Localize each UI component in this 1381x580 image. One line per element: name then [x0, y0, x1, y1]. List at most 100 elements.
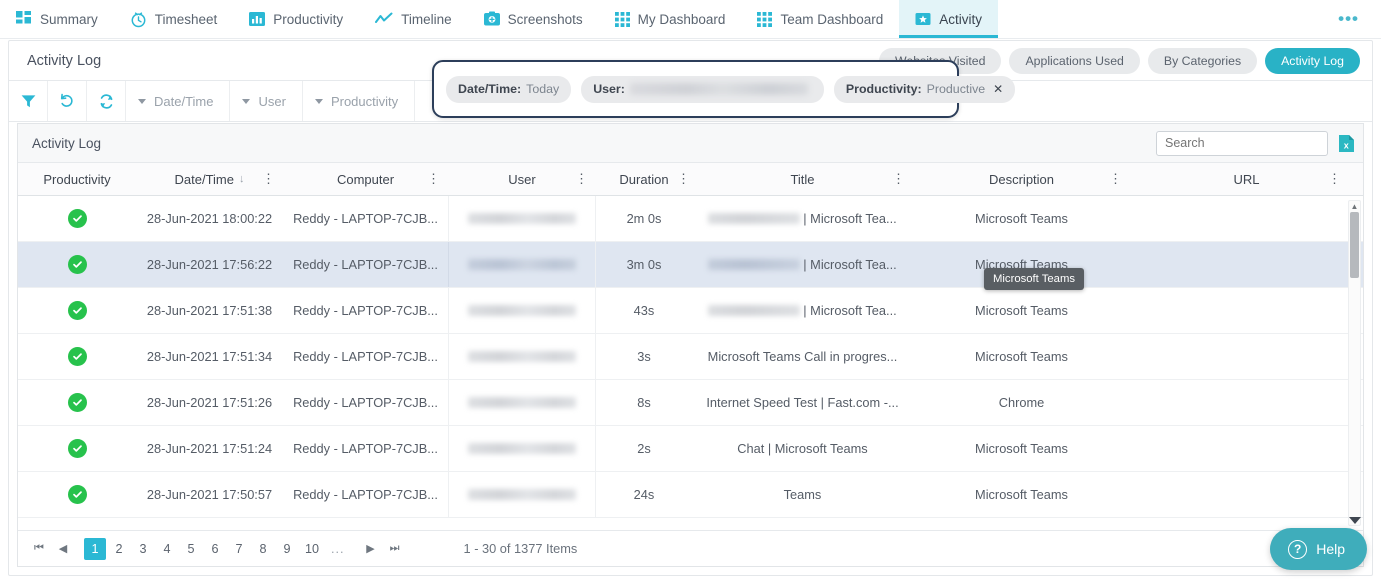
scrollbar-thumb[interactable] — [1350, 212, 1359, 278]
refresh-button[interactable] — [87, 81, 126, 121]
table-row[interactable]: 28-Jun-2021 18:00:22 Reddy - LAPTOP-7CJB… — [18, 196, 1363, 242]
cell-duration: 2m 0s — [626, 211, 662, 226]
column-header-duration[interactable]: Duration ⋮ — [596, 163, 692, 195]
cell-title: Internet Speed Test | Fast.com -... — [706, 395, 899, 410]
column-menu-icon[interactable]: ⋮ — [1328, 172, 1341, 185]
segment-by-categories[interactable]: By Categories — [1147, 47, 1258, 74]
activity-log-grid: Activity Log x Productivity Date/Time ↓ … — [17, 123, 1364, 567]
table-row[interactable]: 28-Jun-2021 17:51:34 Reddy - LAPTOP-7CJB… — [18, 334, 1363, 380]
pager-page-9[interactable]: 9 — [276, 538, 298, 560]
search-input[interactable] — [1156, 130, 1328, 156]
nav-item-activity[interactable]: Activity — [899, 0, 999, 38]
scroll-up-icon[interactable]: ▲ — [1349, 201, 1360, 212]
column-header-computer[interactable]: Computer ⋮ — [283, 163, 448, 195]
cell-date-time: 28-Jun-2021 17:51:38 — [146, 303, 273, 318]
segment-activity-log[interactable]: Activity Log — [1265, 47, 1360, 74]
cell-date-time: 28-Jun-2021 17:50:57 — [146, 487, 273, 502]
table-row[interactable]: 28-Jun-2021 17:50:57 Reddy - LAPTOP-7CJB… — [18, 472, 1363, 518]
pager-page-4[interactable]: 4 — [156, 538, 178, 560]
column-menu-icon[interactable]: ⋮ — [677, 172, 690, 185]
nav-more-icon[interactable]: ••• — [1338, 9, 1359, 29]
cell-duration: 2s — [637, 441, 651, 456]
undo-button[interactable] — [48, 81, 87, 121]
pager-page-6[interactable]: 6 — [204, 538, 226, 560]
help-button[interactable]: ? Help — [1270, 528, 1367, 570]
cell-date-time: 28-Jun-2021 17:51:34 — [146, 349, 273, 364]
pager-page-2[interactable]: 2 — [108, 538, 130, 560]
column-header-title[interactable]: Title ⋮ — [692, 163, 913, 195]
pager-page-10[interactable]: 10 — [300, 538, 324, 560]
pager-page-7[interactable]: 7 — [228, 538, 250, 560]
table-row[interactable]: 28-Jun-2021 17:51:38 Reddy - LAPTOP-7CJB… — [18, 288, 1363, 334]
cell-description: Microsoft Teams — [975, 303, 1068, 318]
pager-prev-button[interactable]: ◀ — [52, 538, 74, 560]
close-icon[interactable]: ✕ — [993, 82, 1003, 96]
nav-item-summary[interactable]: Summary — [0, 0, 114, 38]
nav-item-screenshots[interactable]: Screenshots — [468, 0, 599, 38]
column-header-user[interactable]: User ⋮ — [448, 163, 596, 195]
column-label: Duration — [619, 171, 669, 187]
excel-export-icon[interactable]: x — [1338, 134, 1355, 153]
pager-last-button[interactable]: ⏭ — [384, 538, 406, 560]
pager-page-8[interactable]: 8 — [252, 538, 274, 560]
column-label: Description — [988, 171, 1055, 187]
dropdown-productivity[interactable]: Productivity — [303, 81, 416, 121]
question-circle-icon: ? — [1288, 539, 1308, 559]
filter-chip-value: Productive — [926, 82, 986, 96]
pager-page-3[interactable]: 3 — [132, 538, 154, 560]
filter-chip-productivity[interactable]: Productivity: Productive ✕ — [833, 75, 1016, 103]
column-header-description[interactable]: Description ⋮ — [913, 163, 1130, 195]
segment-applications-used[interactable]: Applications Used — [1009, 47, 1140, 74]
filter-chip-key: Date/Time: — [458, 82, 522, 96]
cell-productivity — [18, 380, 136, 425]
dropdown-user[interactable]: User — [230, 81, 303, 121]
nav-item-productivity[interactable]: Productivity — [233, 0, 359, 38]
help-label: Help — [1316, 541, 1345, 557]
chevron-down-icon — [314, 98, 323, 104]
nav-item-team-dashboard[interactable]: Team Dashboard — [741, 0, 899, 38]
cell-user-redacted — [448, 242, 596, 287]
grid-vertical-scrollbar[interactable]: ▲ ▼ — [1348, 200, 1361, 526]
table-row[interactable]: 28-Jun-2021 17:51:24 Reddy - LAPTOP-7CJB… — [18, 426, 1363, 472]
cell-productivity — [18, 196, 136, 241]
column-menu-icon[interactable]: ⋮ — [262, 172, 275, 185]
cell-description: Microsoft Teams — [975, 487, 1068, 502]
help-collapse-icon[interactable] — [1349, 517, 1361, 524]
column-label: Productivity — [43, 171, 111, 187]
line-chart-icon — [375, 12, 393, 26]
productive-check-icon — [67, 209, 87, 228]
column-menu-icon[interactable]: ⋮ — [892, 172, 905, 185]
nav-item-timeline[interactable]: Timeline — [359, 0, 468, 38]
grid-column-headers: Productivity Date/Time ↓ ⋮ Computer ⋮ Us… — [18, 163, 1363, 196]
column-menu-icon[interactable]: ⋮ — [1109, 172, 1122, 185]
filter-chip-user[interactable]: User: — [581, 75, 824, 103]
nav-item-timesheet[interactable]: Timesheet — [114, 0, 234, 38]
pagination-bar: ⏮ ◀ 1 2 3 4 5 6 7 8 9 10 ... ▶ ⏭ 1 - 30 … — [18, 530, 1363, 566]
grid-dashboard-icon — [614, 11, 630, 27]
pager-page-5[interactable]: 5 — [180, 538, 202, 560]
column-header-date-time[interactable]: Date/Time ↓ ⋮ — [136, 163, 283, 195]
nav-item-my-dashboard[interactable]: My Dashboard — [599, 0, 742, 38]
top-navigation: Summary Timesheet Productivity Timeline … — [0, 0, 1381, 39]
cell-url — [1130, 334, 1363, 379]
column-menu-icon[interactable]: ⋮ — [427, 172, 440, 185]
pager-next-button[interactable]: ▶ — [360, 538, 382, 560]
column-header-url[interactable]: URL ⋮ — [1130, 163, 1363, 195]
title-redacted — [708, 259, 801, 270]
cell-url — [1130, 426, 1363, 471]
cell-duration: 3s — [637, 349, 651, 364]
productive-check-icon — [67, 255, 87, 274]
title-redacted — [708, 305, 801, 316]
table-row[interactable]: 28-Jun-2021 17:56:22 Reddy - LAPTOP-7CJB… — [18, 242, 1363, 288]
pager-page-1[interactable]: 1 — [84, 537, 106, 560]
column-header-productivity[interactable]: Productivity — [18, 163, 136, 195]
dropdown-date-time[interactable]: Date/Time — [126, 81, 231, 121]
column-menu-icon[interactable]: ⋮ — [575, 172, 588, 185]
filter-chip-date-time[interactable]: Date/Time: Today — [446, 75, 572, 103]
cell-description: Microsoft Teams — [975, 349, 1068, 364]
cell-computer: Reddy - LAPTOP-7CJB... — [293, 257, 438, 272]
pager-first-button[interactable]: ⏮ — [28, 538, 50, 560]
dropdown-label: User — [258, 93, 286, 109]
table-row[interactable]: 28-Jun-2021 17:51:26 Reddy - LAPTOP-7CJB… — [18, 380, 1363, 426]
filter-button[interactable] — [9, 81, 48, 121]
